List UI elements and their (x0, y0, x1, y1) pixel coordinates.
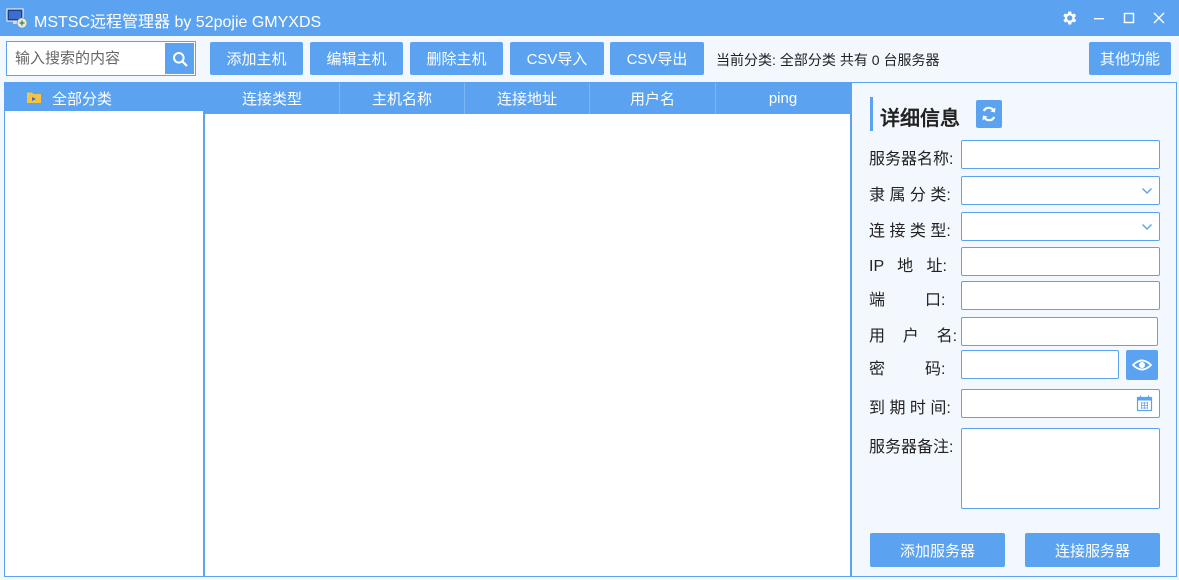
row-ip-address: IP 地 址: (852, 247, 1178, 277)
port-input[interactable] (962, 282, 1159, 309)
column-connection-type[interactable]: 连接类型 (205, 83, 340, 114)
search-box (6, 41, 196, 76)
gear-icon (1063, 11, 1077, 25)
column-connection-address[interactable]: 连接地址 (465, 83, 590, 114)
chevron-down-icon (1142, 224, 1152, 230)
app-icon (6, 8, 28, 29)
category-tree: 全部分类 (4, 82, 204, 577)
other-functions-button[interactable]: 其他功能 (1089, 42, 1171, 75)
port-label: 端 口: (869, 292, 946, 309)
row-connection-type: 连 接 类 型: (852, 212, 1178, 242)
username-input[interactable] (962, 318, 1157, 345)
username-field-box (961, 317, 1158, 346)
delete-host-button[interactable]: 删除主机 (410, 42, 503, 75)
detail-header: 详细信息 (870, 97, 1170, 131)
server-name-input[interactable] (962, 141, 1159, 168)
tree-item-label: 全部分类 (52, 91, 113, 108)
category-label: 隶 属 分 类: (869, 187, 951, 204)
column-host-name[interactable]: 主机名称 (340, 83, 465, 114)
expiry-date-picker[interactable] (961, 389, 1160, 418)
show-password-button[interactable] (1126, 350, 1158, 380)
tree-item-all-categories[interactable]: 全部分类 (5, 83, 203, 111)
csv-export-button[interactable]: CSV导出 (610, 42, 704, 75)
row-password: 密 码: (852, 350, 1178, 380)
remarks-field-box (961, 428, 1160, 509)
row-username: 用 户 名: (852, 317, 1178, 347)
username-label: 用 户 名: (869, 328, 958, 345)
row-port: 端 口: (852, 281, 1178, 311)
remarks-textarea[interactable] (962, 429, 1159, 508)
title-bar: MSTSC远程管理器 by 52pojie GMYXDS (0, 0, 1179, 36)
csv-import-button[interactable]: CSV导入 (510, 42, 604, 75)
column-ping[interactable]: ping (716, 83, 850, 114)
password-label: 密 码: (869, 361, 946, 378)
add-server-button[interactable]: 添加服务器 (870, 533, 1005, 567)
refresh-button[interactable] (976, 100, 1002, 128)
ip-address-input[interactable] (962, 248, 1159, 275)
settings-button[interactable] (1057, 6, 1081, 30)
toolbar: 添加主机 编辑主机 删除主机 CSV导入 CSV导出 当前分类:全部分类共有 0… (0, 36, 1179, 82)
search-icon (172, 51, 187, 66)
folder-icon (27, 92, 41, 103)
category-status: 当前分类: 全部分类 共有 0 台服务器 (716, 50, 943, 70)
eye-icon (1132, 359, 1152, 371)
minimize-icon (1094, 18, 1104, 20)
server-name-field-box (961, 140, 1160, 169)
table-header: 连接类型 主机名称 连接地址 用户名 ping (205, 83, 850, 114)
connect-server-button[interactable]: 连接服务器 (1025, 533, 1160, 567)
current-category-value: 全部分类 (779, 52, 836, 68)
chevron-down-icon (1142, 188, 1152, 194)
connection-type-select[interactable] (961, 212, 1160, 241)
port-field-box (961, 281, 1160, 310)
maximize-icon (1123, 12, 1135, 24)
remarks-label: 服务器备注: (869, 439, 954, 456)
maximize-button[interactable] (1117, 6, 1141, 30)
calendar-icon[interactable] (1136, 395, 1153, 412)
detail-accent-bar (870, 97, 873, 131)
row-remarks: 服务器备注: (852, 428, 1178, 510)
add-host-button[interactable]: 添加主机 (210, 42, 303, 75)
password-field-box (961, 350, 1119, 379)
row-category: 隶 属 分 类: (852, 176, 1178, 206)
host-table: 连接类型 主机名称 连接地址 用户名 ping (204, 82, 851, 577)
connection-type-label: 连 接 类 型: (869, 223, 951, 240)
password-input[interactable] (962, 351, 1118, 378)
ip-address-field-box (961, 247, 1160, 276)
search-button[interactable] (165, 43, 194, 74)
detail-title: 详细信息 (880, 108, 960, 130)
detail-panel: 详细信息 服务器名称: 隶 属 分 类: 连 接 类 型: IP 地 址: 端 … (851, 82, 1177, 577)
edit-host-button[interactable]: 编辑主机 (310, 42, 403, 75)
column-username[interactable]: 用户名 (590, 83, 716, 114)
refresh-icon (982, 106, 996, 122)
server-name-label: 服务器名称: (869, 151, 954, 168)
expiry-label: 到 期 时 间: (869, 400, 951, 417)
close-button[interactable] (1147, 6, 1171, 30)
row-server-name: 服务器名称: (852, 140, 1178, 170)
minimize-button[interactable] (1087, 6, 1111, 30)
ip-address-label: IP 地 址: (869, 258, 947, 275)
window-title: MSTSC远程管理器 by 52pojie GMYXDS (34, 14, 322, 31)
current-category-label: 当前分类: (716, 52, 776, 68)
category-select[interactable] (961, 176, 1160, 205)
server-count: 共有 0 台服务器 (839, 52, 940, 68)
search-input[interactable] (7, 42, 167, 75)
row-expiry: 到 期 时 间: (852, 389, 1178, 419)
close-icon (1153, 12, 1165, 24)
